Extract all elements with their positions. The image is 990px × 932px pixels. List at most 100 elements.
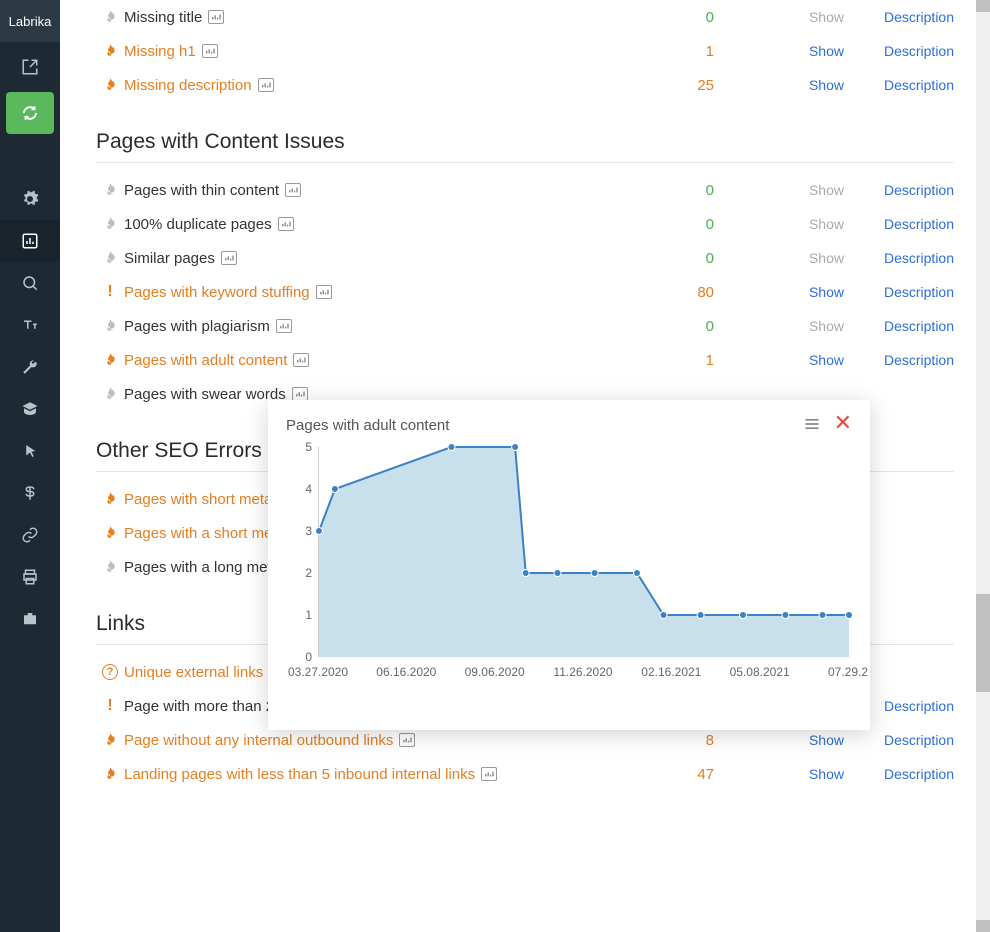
flame-icon xyxy=(96,9,124,25)
show-link[interactable]: Show xyxy=(714,732,844,748)
description-link[interactable]: Description xyxy=(844,732,954,748)
mini-chart-icon[interactable] xyxy=(399,733,415,747)
help-icon: ? xyxy=(96,664,124,680)
x-tick: 09.06.2020 xyxy=(465,665,525,679)
description-link[interactable]: Description xyxy=(844,250,954,266)
close-icon[interactable]: ✕ xyxy=(834,414,852,437)
x-tick: 07.29.2 xyxy=(828,665,868,679)
row-label[interactable]: Missing description xyxy=(124,77,252,94)
description-link[interactable]: Description xyxy=(844,766,954,782)
description-link[interactable]: Description xyxy=(844,9,954,25)
nav-search-icon[interactable] xyxy=(0,262,60,304)
mini-chart-icon[interactable] xyxy=(258,78,274,92)
mini-chart-icon[interactable] xyxy=(278,217,294,231)
show-link[interactable]: Show xyxy=(714,77,844,93)
nav-chart-icon[interactable] xyxy=(0,220,60,262)
show-link: Show xyxy=(714,216,844,232)
table-row: Pages with adult content 1ShowDescription xyxy=(96,343,954,377)
row-label: Missing title xyxy=(124,9,202,26)
show-link: Show xyxy=(714,9,844,25)
warning-icon: ! xyxy=(96,697,124,715)
mini-chart-icon[interactable] xyxy=(221,251,237,265)
count-value: 80 xyxy=(644,284,714,301)
flame-icon xyxy=(96,732,124,748)
nav-link-icon[interactable] xyxy=(0,514,60,556)
row-label[interactable]: Unique external links xyxy=(124,664,263,681)
count-value: 0 xyxy=(644,182,714,199)
warning-icon: ! xyxy=(96,283,124,301)
flame-icon xyxy=(96,216,124,232)
table-row: Similar pages0ShowDescription xyxy=(96,241,954,275)
description-link[interactable]: Description xyxy=(844,318,954,334)
count-value: 1 xyxy=(644,352,714,369)
show-link[interactable]: Show xyxy=(714,352,844,368)
flame-icon xyxy=(96,386,124,402)
nav-education-icon[interactable] xyxy=(0,388,60,430)
count-value: 47 xyxy=(644,766,714,783)
show-link[interactable]: Show xyxy=(714,43,844,59)
count-value: 0 xyxy=(644,9,714,26)
flame-icon xyxy=(96,250,124,266)
section-title: Pages with Content Issues xyxy=(96,130,954,163)
row-label[interactable]: Landing pages with less than 5 inbound i… xyxy=(124,766,475,783)
mini-chart-icon[interactable] xyxy=(481,767,497,781)
row-label[interactable]: Pages with short meta tit xyxy=(124,491,288,508)
row-label: Pages with swear words xyxy=(124,386,286,403)
description-link[interactable]: Description xyxy=(844,352,954,368)
y-tick: 5 xyxy=(305,440,312,454)
mini-chart-icon[interactable] xyxy=(208,10,224,24)
mini-chart-icon[interactable] xyxy=(293,353,309,367)
table-row: Pages with plagiarism0ShowDescription xyxy=(96,309,954,343)
y-tick: 2 xyxy=(305,566,312,580)
nav-text-icon[interactable] xyxy=(0,304,60,346)
nav-wrench-icon[interactable] xyxy=(0,346,60,388)
nav-dollar-icon[interactable] xyxy=(0,472,60,514)
show-link: Show xyxy=(714,250,844,266)
flame-icon xyxy=(96,491,124,507)
description-link[interactable]: Description xyxy=(844,216,954,232)
description-link[interactable]: Description xyxy=(844,43,954,59)
row-label: Pages with plagiarism xyxy=(124,318,270,335)
row-label[interactable]: Missing h1 xyxy=(124,43,196,60)
description-link[interactable]: Description xyxy=(844,77,954,93)
x-tick: 06.16.2020 xyxy=(376,665,436,679)
row-label: Similar pages xyxy=(124,250,215,267)
scrollbar[interactable] xyxy=(976,0,990,932)
row-label: Pages with thin content xyxy=(124,182,279,199)
count-value: 25 xyxy=(644,77,714,94)
mini-chart-icon[interactable] xyxy=(316,285,332,299)
show-link[interactable]: Show xyxy=(714,766,844,782)
chart: 012345 03.27.202006.16.202009.06.202011.… xyxy=(286,447,852,697)
show-link[interactable]: Show xyxy=(714,284,844,300)
nav-print-icon[interactable] xyxy=(0,556,60,598)
description-link[interactable]: Description xyxy=(844,182,954,198)
mini-chart-icon[interactable] xyxy=(276,319,292,333)
row-label[interactable]: Pages with keyword stuffing xyxy=(124,284,310,301)
flame-icon xyxy=(96,43,124,59)
x-tick: 02.16.2021 xyxy=(641,665,701,679)
x-tick: 03.27.2020 xyxy=(288,665,348,679)
nav-open-icon[interactable] xyxy=(0,46,60,88)
mini-chart-icon[interactable] xyxy=(285,183,301,197)
nav-gear-icon[interactable] xyxy=(0,178,60,220)
sidebar: Labrika xyxy=(0,0,60,932)
row-label[interactable]: Page without any internal outbound links xyxy=(124,732,393,749)
row-label[interactable]: Pages with adult content xyxy=(124,352,287,369)
count-value: 0 xyxy=(644,318,714,335)
hamburger-icon[interactable] xyxy=(802,414,822,437)
table-row: Pages with thin content0ShowDescription xyxy=(96,173,954,207)
nav-cursor-icon[interactable] xyxy=(0,430,60,472)
mini-chart-icon[interactable] xyxy=(202,44,218,58)
nav-refresh-icon[interactable] xyxy=(6,92,54,134)
y-tick: 0 xyxy=(305,650,312,664)
nav-briefcase-icon[interactable] xyxy=(0,598,60,640)
mini-chart-icon[interactable] xyxy=(292,387,308,401)
flame-icon xyxy=(96,766,124,782)
table-row: Missing title 0ShowDescription xyxy=(96,0,954,34)
flame-icon xyxy=(96,182,124,198)
row-label: 100% duplicate pages xyxy=(124,216,272,233)
description-link[interactable]: Description xyxy=(844,284,954,300)
row-label[interactable]: Pages with a short meta xyxy=(124,525,285,542)
flame-icon xyxy=(96,559,124,575)
table-row: !Pages with keyword stuffing 80ShowDescri… xyxy=(96,275,954,309)
